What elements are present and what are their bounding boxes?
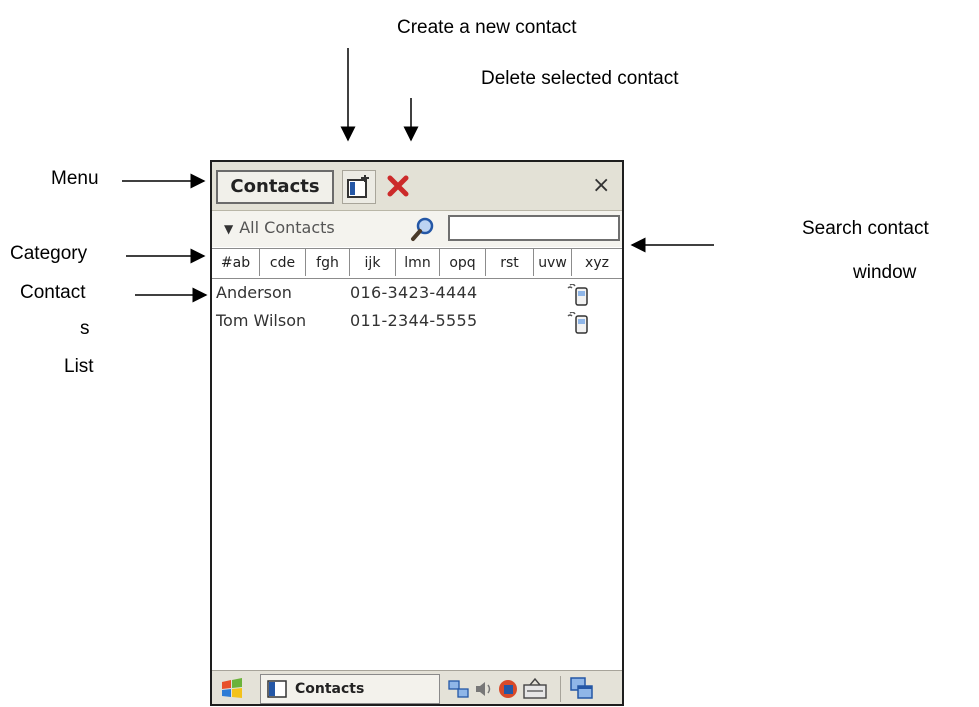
category-dropdown[interactable]: ▼ All Contacts: [224, 218, 335, 237]
alpha-tab-xyz[interactable]: xyz: [572, 248, 622, 276]
network-icon[interactable]: [448, 679, 470, 704]
alpha-tab-ab[interactable]: #ab: [212, 248, 260, 276]
category-bar: ▼ All Contacts: [212, 211, 622, 247]
alpha-tab-uvw[interactable]: uvw: [534, 248, 572, 276]
alpha-tab-fgh[interactable]: fgh: [306, 248, 350, 276]
menu-button[interactable]: Contacts: [216, 170, 334, 204]
alpha-tab-cde[interactable]: cde: [260, 248, 306, 276]
alpha-tab-rst[interactable]: rst: [486, 248, 534, 276]
delete-x-icon: [387, 175, 409, 197]
speaker-icon[interactable]: [474, 680, 494, 703]
search-input[interactable]: [448, 215, 620, 241]
alpha-tab-ijk[interactable]: ijk: [350, 248, 396, 276]
new-contact-icon: [347, 175, 369, 198]
show-desktop-icon: [570, 677, 593, 699]
contact-row[interactable]: Tom Wilson 011-2344-5555: [212, 308, 622, 336]
contact-name: Tom Wilson: [216, 311, 307, 330]
app-window-icon: [267, 680, 287, 704]
contact-row[interactable]: Anderson 016-3423-4444: [212, 280, 622, 308]
contact-name: Anderson: [216, 283, 292, 302]
new-contact-button[interactable]: [342, 170, 376, 204]
search-button[interactable]: [410, 215, 440, 248]
delete-contact-button[interactable]: [382, 170, 416, 204]
alphabet-tabs: #ab cde fgh ijk lmn opq rst uvw xyz: [212, 248, 622, 279]
alpha-tab-lmn[interactable]: lmn: [396, 248, 440, 276]
alpha-tab-opq[interactable]: opq: [440, 248, 486, 276]
close-button[interactable]: ×: [592, 174, 610, 198]
top-toolbar: Contacts ×: [212, 162, 622, 211]
taskbar: Contacts: [212, 670, 622, 704]
dropdown-arrow-icon: ▼: [224, 222, 234, 236]
keyboard-icon[interactable]: [522, 677, 548, 704]
show-desktop-button[interactable]: [560, 676, 595, 702]
contacts-list: Anderson 016-3423-4444 Tom Wilson 011-23…: [212, 280, 622, 336]
contact-phone: 016-3423-4444: [350, 283, 478, 302]
taskbar-contacts-button[interactable]: Contacts: [260, 674, 440, 704]
start-button[interactable]: [220, 677, 244, 704]
sync-icon[interactable]: [496, 677, 520, 704]
search-magnifier-icon: [411, 217, 434, 241]
contacts-app-window: Contacts × ▼ All Contacts #ab cde fgh ij…: [210, 160, 624, 706]
category-label: All Contacts: [239, 218, 335, 237]
taskbar-contacts-label: Contacts: [295, 681, 365, 697]
windows-flag-icon: [222, 678, 242, 698]
phone-icon: [564, 311, 592, 340]
contact-phone: 011-2344-5555: [350, 311, 478, 330]
